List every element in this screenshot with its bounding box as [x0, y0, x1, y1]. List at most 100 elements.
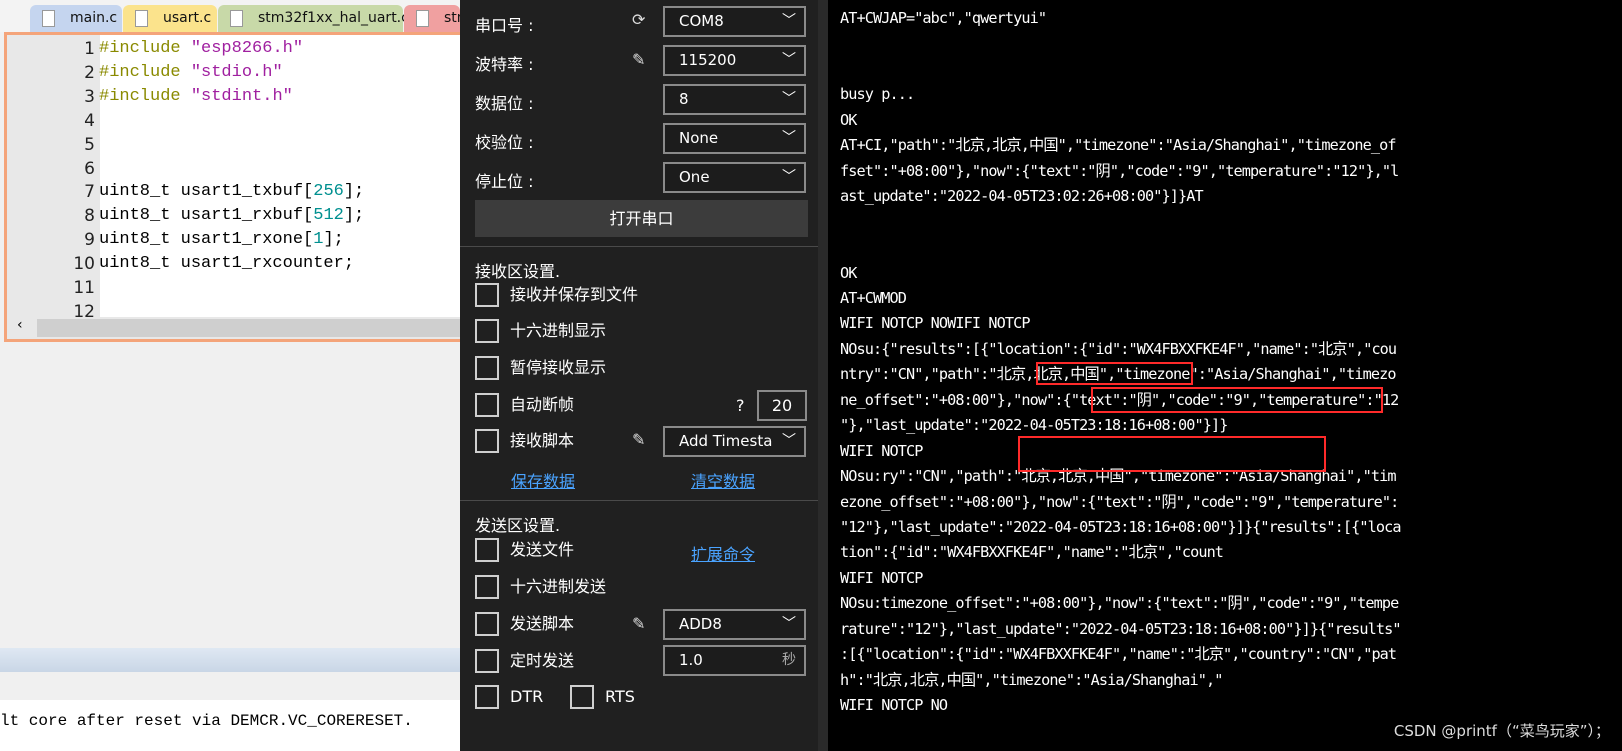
receive-settings-title: 接收区设置. [475, 262, 561, 281]
auto-frame-input[interactable]: 20 [757, 390, 807, 421]
terminal-line: ast_update":"2022-04-05T23:02:26+08:00"}… [840, 187, 1204, 206]
code-area[interactable]: 1 #include "esp8266.h" 2 #include "stdio.h"… [4, 32, 460, 342]
checkbox-box [475, 283, 499, 307]
dtr-checkbox[interactable]: DTR [475, 685, 543, 709]
code-token: uint8_t usart1_txbuf[ [99, 182, 314, 202]
interval-input[interactable]: 1.0 秒 [663, 645, 806, 676]
terminal-line: busy p... [840, 85, 915, 104]
chevron-down-icon: ﹀ [782, 616, 796, 632]
chevron-down-icon: ﹀ [782, 169, 796, 185]
receive-save-checkbox[interactable]: 接收并保存到文件 [475, 283, 638, 307]
code-token: "esp8266.h" [190, 39, 304, 58]
terminal-line: NOsu:{"results":[{"location":{"id":"WX4F… [840, 339, 1397, 358]
highlight-path [1036, 362, 1193, 385]
terminal-line: WIFI NOTCP NO [840, 696, 948, 715]
file-icon [416, 10, 429, 27]
databits-label: 数据位 : [475, 94, 534, 113]
chevron-down-icon: ﹀ [782, 91, 796, 107]
open-port-button[interactable]: 打开串口 [475, 200, 808, 237]
tab-stm32f1xx-hal-uart-c[interactable]: stm32f1xx_hal_uart.c [218, 5, 409, 32]
extended-commands-link[interactable]: 扩展命令 [691, 541, 755, 565]
line-number: 11 [73, 278, 95, 298]
divider [460, 500, 818, 501]
port-select[interactable]: COM8 ﹀ [663, 6, 806, 37]
edit-pen-icon[interactable]: ✎ [632, 430, 645, 449]
chevron-down-icon: ﹀ [782, 52, 796, 68]
databits-select[interactable]: 8 ﹀ [663, 84, 806, 115]
terminal-line: WIFI NOTCP [840, 441, 923, 460]
terminal-line: OK [840, 263, 857, 282]
code-token: 1 [313, 230, 324, 250]
send-file-checkbox[interactable]: 发送文件 [475, 538, 574, 562]
refresh-icon[interactable]: ⟳ [632, 10, 645, 29]
auto-frame-checkbox[interactable]: 自动断帧 [475, 393, 574, 417]
code-token: #include [99, 86, 191, 106]
edit-pen-icon[interactable]: ✎ [632, 614, 645, 633]
file-icon [42, 10, 55, 27]
parity-label: 校验位 : [475, 133, 534, 152]
send-hex-checkbox[interactable]: 十六进制发送 [475, 575, 606, 599]
baud-label: 波特率 : [475, 55, 534, 74]
code-token: uint8_t usart1_rxone[ [99, 230, 314, 250]
code-text: uint8_t usart1_txbuf[256]; [99, 180, 364, 204]
receive-script-select[interactable]: Add Timesta ﹀ [663, 426, 806, 457]
edit-pen-icon[interactable]: ✎ [632, 50, 645, 69]
timed-send-checkbox[interactable]: 定时发送 [475, 649, 574, 673]
receive-pause-checkbox[interactable]: 暂停接收显示 [475, 356, 606, 380]
line-number: 8 [84, 206, 95, 227]
save-data-link[interactable]: 保存数据 [511, 468, 575, 492]
tab-usart-c[interactable]: usart.c [123, 5, 217, 32]
port-label: 串口号 : [475, 16, 534, 35]
stopbits-value: One [679, 168, 710, 186]
checkbox-label: 暂停接收显示 [510, 358, 607, 377]
checkbox-label: 自动断帧 [510, 395, 575, 414]
clear-data-link[interactable]: 清空数据 [691, 468, 755, 492]
checkbox-box [475, 356, 499, 380]
checkbox-label: 定时发送 [510, 651, 575, 670]
checkbox-label: 发送脚本 [510, 614, 575, 633]
line-number: 5 [84, 134, 95, 155]
tab-main-c[interactable]: main.c [30, 5, 122, 32]
help-icon[interactable]: ? [736, 396, 745, 415]
terminal-line: :[{"location":{"id":"WX4FBXXFKE4F","name… [840, 645, 1397, 664]
terminal-line: AT+CWJAP="abc","qwertyui" [840, 9, 1047, 27]
send-script-checkbox[interactable]: 发送脚本 [475, 612, 574, 636]
tab-stm3[interactable]: stm3 [404, 5, 460, 32]
line-number: 6 [84, 158, 95, 179]
scrollbar-thumb[interactable] [37, 319, 460, 337]
code-token: ]; [343, 182, 365, 202]
receive-hex-checkbox[interactable]: 十六进制显示 [475, 319, 606, 343]
terminal-line: WIFI NOTCP [840, 568, 923, 587]
tab-label: stm3 [444, 10, 460, 26]
code-token: ]; [323, 230, 344, 250]
serial-terminal[interactable]: AT+CWJAP="abc","qwertyui" busy p... OK AT+C… [818, 0, 1622, 751]
terminal-line: fset":"+08:00"},"now":{"text":"阴","code"… [840, 161, 1399, 180]
highlight-last-update [1018, 436, 1326, 472]
code-text: uint8_t usart1_rxbuf[512]; [99, 204, 364, 228]
checkbox-box [475, 649, 499, 673]
code-text: #include "stdio.h" [99, 61, 283, 85]
checkbox-label: 十六进制发送 [510, 577, 607, 596]
line-number: 3 [84, 86, 95, 107]
parity-select[interactable]: None ﹀ [663, 123, 806, 154]
highlight-now [1091, 387, 1383, 413]
rts-checkbox[interactable]: RTS [570, 685, 635, 709]
send-script-select[interactable]: ADD8 ﹀ [663, 609, 806, 640]
stopbits-select[interactable]: One ﹀ [663, 162, 806, 193]
horizontal-scrollbar[interactable]: ‹ [11, 317, 460, 339]
tab-label: stm32f1xx_hal_uart.c [258, 10, 409, 26]
baud-select[interactable]: 115200 ﹀ [663, 45, 806, 76]
file-icon [135, 10, 148, 27]
receive-script-checkbox[interactable]: 接收脚本 [475, 429, 574, 453]
code-token: #include [99, 62, 191, 82]
interval-unit: 秒 [782, 652, 796, 668]
checkbox-box [570, 685, 594, 709]
terminal-line: AT+CI,"path":"北京,北京,中国","timezone":"Asia… [840, 136, 1397, 155]
chevron-down-icon: ﹀ [782, 433, 796, 449]
chevron-down-icon: ﹀ [782, 130, 796, 146]
code-token: 512 [313, 206, 344, 226]
code-text: uint8_t usart1_rxcounter; [99, 252, 354, 276]
code-token: ]; [343, 206, 365, 226]
scroll-left-icon[interactable]: ‹ [17, 317, 23, 333]
checkbox-label: RTS [605, 687, 635, 706]
